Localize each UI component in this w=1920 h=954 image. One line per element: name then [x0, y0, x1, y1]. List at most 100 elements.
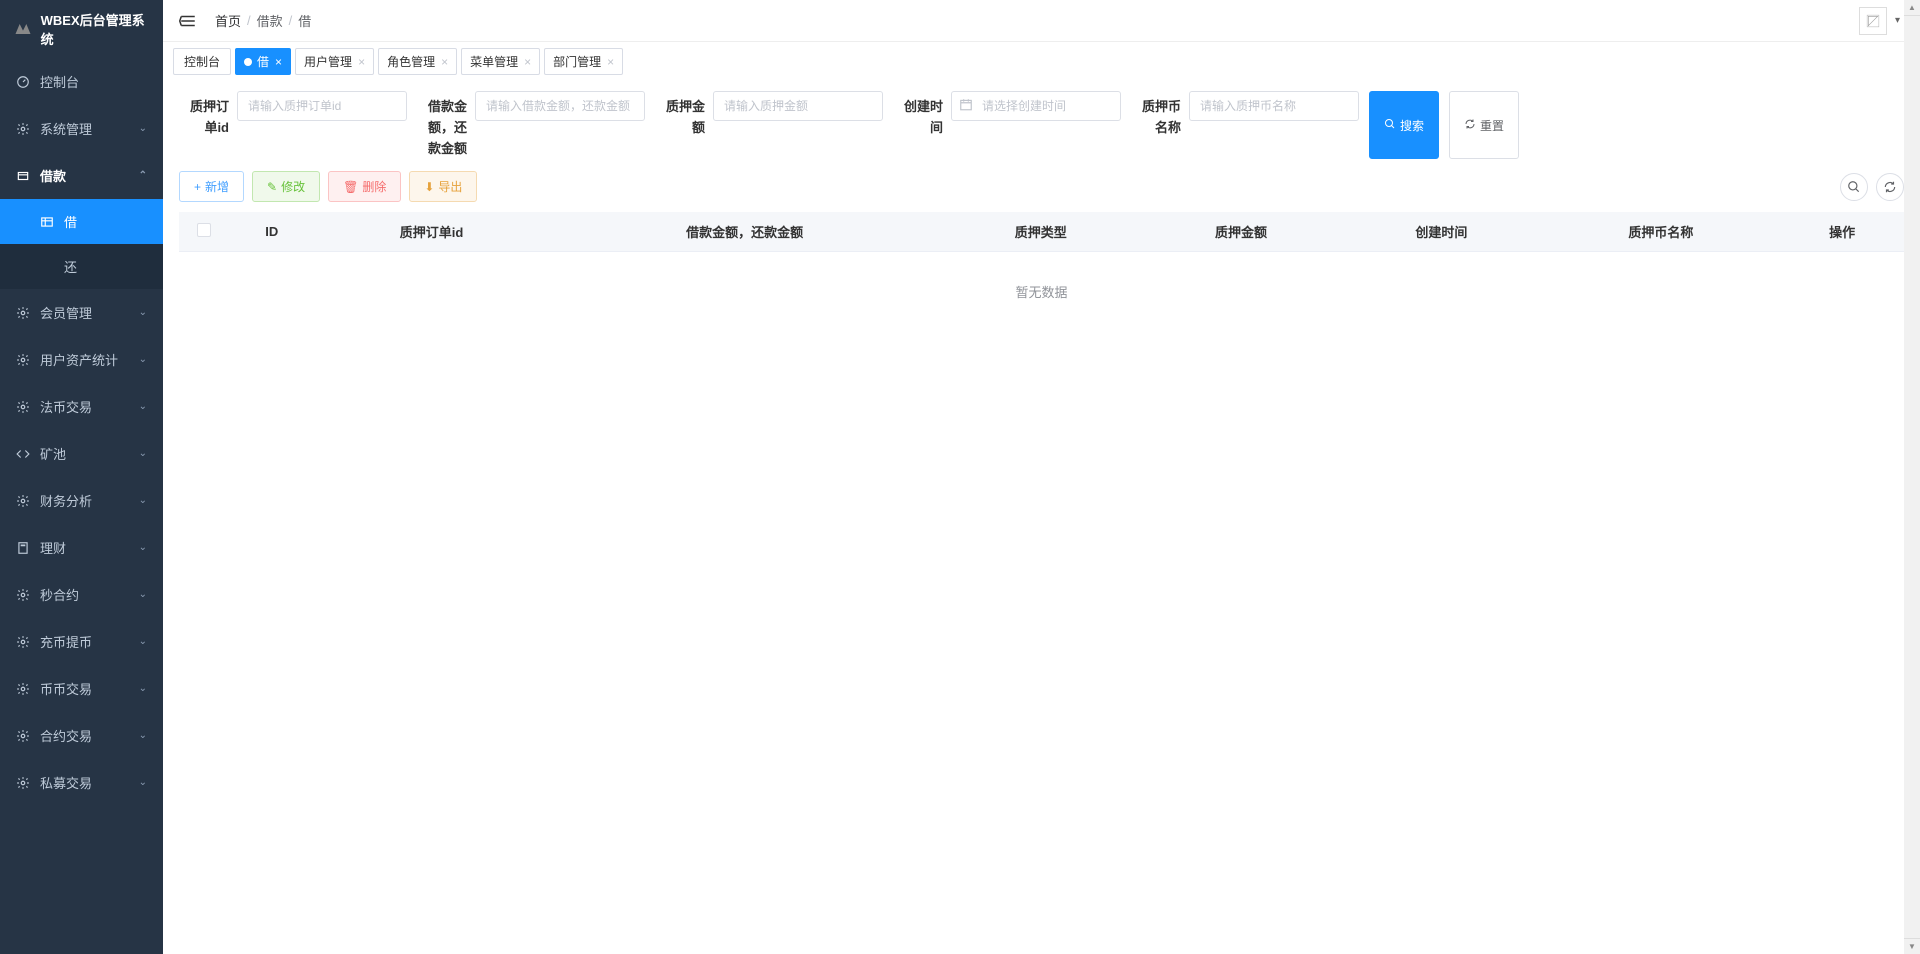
- refresh-icon: [1464, 118, 1476, 133]
- tab-借[interactable]: 借×: [235, 48, 291, 75]
- chevron-down-icon: ⌄: [139, 683, 147, 694]
- tab-角色管理[interactable]: 角色管理×: [378, 48, 457, 75]
- user-menu-caret[interactable]: ▾: [1891, 15, 1904, 26]
- table-column-header: 质押类型: [941, 212, 1141, 252]
- trash-icon: 🗑: [343, 180, 358, 194]
- edit-icon: ✎: [267, 180, 277, 194]
- gear-icon: [16, 635, 30, 649]
- chevron-down-icon: ⌄: [139, 730, 147, 741]
- sidebar-item-合约交易[interactable]: 合约交易 ⌄: [0, 712, 163, 759]
- sidebar-item-系统管理[interactable]: 系统管理 ⌄: [0, 105, 163, 152]
- table-column-header: 质押订单id: [314, 212, 548, 252]
- breadcrumb-item[interactable]: 借款: [257, 11, 283, 30]
- dashboard-icon: [16, 75, 30, 89]
- 质押订单id-input[interactable]: [237, 91, 407, 121]
- table-column-header: 操作: [1780, 212, 1904, 252]
- table-column-header: 借款金额，还款金额: [549, 212, 941, 252]
- delete-button[interactable]: 🗑删除: [328, 171, 401, 202]
- search-form: 质押订单id 借款金额，还款金额 质押金额 创建时间: [179, 91, 1904, 159]
- table-column-header: 质押币名称: [1542, 212, 1781, 252]
- sidebar-item-财务分析[interactable]: 财务分析 ⌄: [0, 477, 163, 524]
- export-button[interactable]: ⬇导出: [409, 171, 477, 202]
- tab-控制台[interactable]: 控制台: [173, 48, 231, 75]
- table-column-header: ID: [229, 212, 314, 252]
- chevron-down-icon: ⌄: [139, 401, 147, 412]
- header: 首页 / 借款 / 借 ▾: [163, 0, 1920, 42]
- table-column-header: 质押金额: [1141, 212, 1341, 252]
- chevron-down-icon: ⌄: [139, 354, 147, 365]
- table-column-header: 创建时间: [1341, 212, 1541, 252]
- tab-部门管理[interactable]: 部门管理×: [544, 48, 623, 75]
- gear-icon: [16, 588, 30, 602]
- calendar-icon: [959, 98, 973, 115]
- tab-用户管理[interactable]: 用户管理×: [295, 48, 374, 75]
- scrollbar[interactable]: ▲ ▼: [1904, 0, 1920, 954]
- sidebar: WBEX后台管理系统 控制台 系统管理 ⌄ 借款 ⌃ 借 还: [0, 0, 163, 954]
- 质押金额-input[interactable]: [713, 91, 883, 121]
- code-icon: [16, 447, 30, 461]
- search-button[interactable]: 搜索: [1369, 91, 1439, 159]
- add-button[interactable]: +新增: [179, 171, 244, 202]
- sidebar-item-会员管理[interactable]: 会员管理 ⌄: [0, 289, 163, 336]
- main: 首页 / 借款 / 借 ▾ 控制台 借× 用户管理× 角色管理× 菜单管理× 部…: [163, 0, 1920, 954]
- calc-icon: [16, 541, 30, 555]
- 质押币名称-input[interactable]: [1189, 91, 1359, 121]
- 借款金额-input[interactable]: [475, 91, 645, 121]
- field-label: 创建时间: [893, 91, 943, 139]
- sidebar-item-秒合约[interactable]: 秒合约 ⌄: [0, 571, 163, 618]
- select-all-checkbox[interactable]: [197, 223, 211, 237]
- logo-icon: [12, 17, 35, 41]
- sidebar-item-借[interactable]: 借: [0, 199, 163, 244]
- sidebar-item-控制台[interactable]: 控制台: [0, 58, 163, 105]
- avatar[interactable]: [1859, 7, 1887, 35]
- tabs: 控制台 借× 用户管理× 角色管理× 菜单管理× 部门管理×: [163, 42, 1920, 81]
- sidebar-item-用户资产统计[interactable]: 用户资产统计 ⌄: [0, 336, 163, 383]
- data-table: ID 质押订单id 借款金额，还款金额 质押类型 质押金额 创建时间 质押币名称…: [179, 212, 1904, 331]
- close-icon[interactable]: ×: [358, 55, 365, 69]
- gear-icon: [16, 400, 30, 414]
- hamburger-icon[interactable]: [179, 11, 199, 31]
- sidebar-item-借款[interactable]: 借款 ⌃: [0, 152, 163, 199]
- gear-icon: [16, 494, 30, 508]
- close-icon[interactable]: ×: [275, 55, 282, 69]
- breadcrumb: 首页 / 借款 / 借: [215, 11, 311, 30]
- scroll-up-icon[interactable]: ▲: [1904, 0, 1920, 16]
- table-header-row: ID 质押订单id 借款金额，还款金额 质押类型 质押金额 创建时间 质押币名称…: [179, 212, 1904, 252]
- reset-button[interactable]: 重置: [1449, 91, 1519, 159]
- gear-icon: [16, 682, 30, 696]
- active-dot-icon: [244, 58, 252, 66]
- gear-icon: [16, 122, 30, 136]
- chevron-down-icon: ⌄: [139, 495, 147, 506]
- empty-state: 暂无数据: [179, 252, 1904, 332]
- close-icon[interactable]: ×: [441, 55, 448, 69]
- scroll-down-icon[interactable]: ▼: [1904, 938, 1920, 954]
- toolbar: +新增 ✎修改 🗑删除 ⬇导出: [179, 171, 1904, 202]
- edit-button[interactable]: ✎修改: [252, 171, 320, 202]
- hide-search-button[interactable]: [1840, 173, 1868, 201]
- gear-icon: [16, 776, 30, 790]
- close-icon[interactable]: ×: [524, 55, 531, 69]
- refresh-button[interactable]: [1876, 173, 1904, 201]
- sidebar-item-私募交易[interactable]: 私募交易 ⌄: [0, 759, 163, 806]
- chevron-down-icon: ⌄: [139, 123, 147, 134]
- sidebar-item-理财[interactable]: 理财 ⌄: [0, 524, 163, 571]
- sidebar-item-充币提币[interactable]: 充币提币 ⌄: [0, 618, 163, 665]
- close-icon[interactable]: ×: [607, 55, 614, 69]
- logo[interactable]: WBEX后台管理系统: [0, 0, 163, 58]
- gear-icon: [16, 729, 30, 743]
- chevron-down-icon: ⌄: [139, 542, 147, 553]
- logo-text: WBEX后台管理系统: [41, 10, 151, 48]
- chevron-down-icon: ⌄: [139, 448, 147, 459]
- content: 质押订单id 借款金额，还款金额 质押金额 创建时间: [163, 81, 1920, 954]
- breadcrumb-item[interactable]: 首页: [215, 11, 241, 30]
- sidebar-item-法币交易[interactable]: 法币交易 ⌄: [0, 383, 163, 430]
- sidebar-item-币币交易[interactable]: 币币交易 ⌄: [0, 665, 163, 712]
- 创建时间-input[interactable]: [951, 91, 1121, 121]
- loan-icon: [16, 169, 30, 183]
- sidebar-item-矿池[interactable]: 矿池 ⌄: [0, 430, 163, 477]
- sidebar-item-还[interactable]: 还: [0, 244, 163, 289]
- tab-菜单管理[interactable]: 菜单管理×: [461, 48, 540, 75]
- chevron-down-icon: ⌄: [139, 589, 147, 600]
- chevron-down-icon: ⌄: [139, 636, 147, 647]
- chevron-down-icon: ⌄: [139, 307, 147, 318]
